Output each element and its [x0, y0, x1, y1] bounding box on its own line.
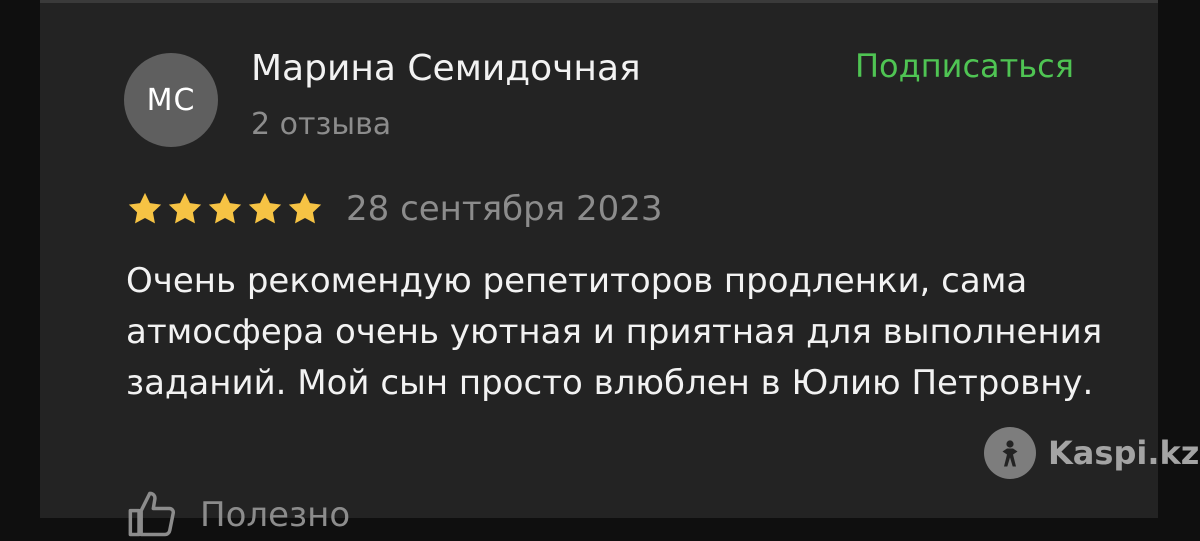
star-icon: [208, 192, 242, 224]
avatar-initials: МС: [146, 82, 196, 118]
watermark-text: Kaspi.kz: [1048, 434, 1200, 472]
thumbs-up-icon: [128, 491, 176, 537]
review-text: Очень рекомендую репетиторов продленки, …: [126, 261, 1103, 403]
star-rating: [126, 190, 324, 228]
author-name[interactable]: Марина Семидочная: [251, 48, 641, 89]
kaspi-watermark: Kaspi.kz: [984, 427, 1199, 479]
kaspi-logo-icon: [984, 427, 1036, 479]
star-icon: [128, 192, 162, 224]
review-card: МС Марина Семидочная 2 отзыва Подписатьс…: [40, 0, 1199, 537]
helpful-button[interactable]: Полезно: [126, 489, 350, 541]
avatar[interactable]: МС: [124, 53, 218, 147]
star-icon: [248, 192, 282, 224]
star-icon: [168, 192, 202, 224]
subscribe-button[interactable]: Подписаться: [855, 47, 1074, 85]
helpful-label: Полезно: [200, 495, 351, 535]
rating-row: 28 сентября 2023: [126, 189, 663, 229]
review-date: 28 сентября 2023: [346, 189, 663, 229]
author-reviews-count: 2 отзыва: [251, 107, 392, 142]
star-icon: [288, 192, 322, 224]
